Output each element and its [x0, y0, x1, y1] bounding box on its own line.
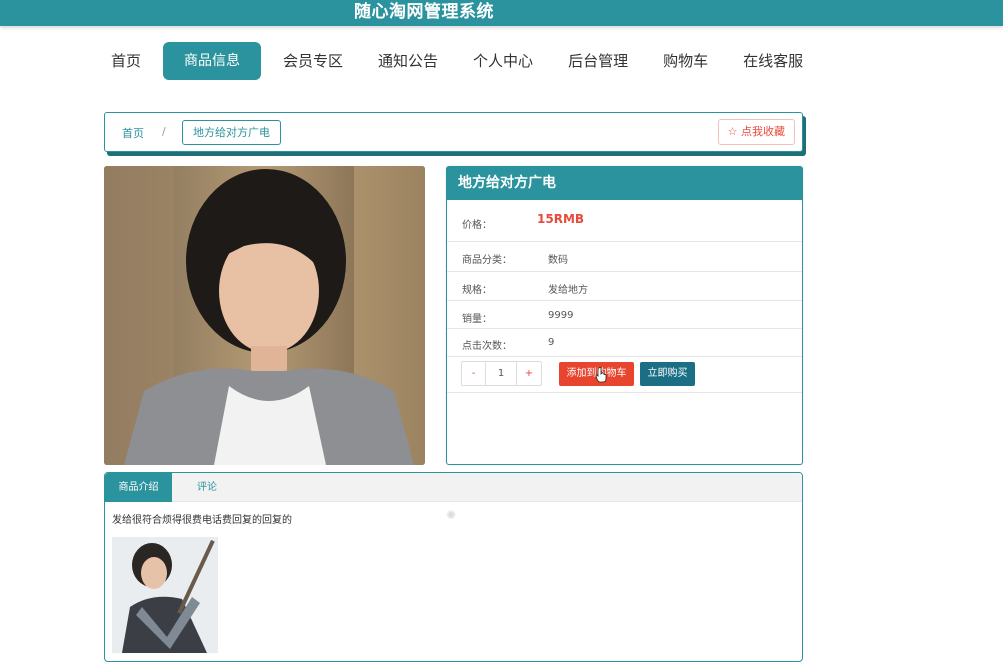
nav-personal-center[interactable]: 个人中心	[460, 42, 546, 80]
quantity-minus-button[interactable]: -	[462, 362, 486, 385]
detail-tabs: 商品介绍 评论	[105, 473, 802, 502]
hand-cursor-icon	[595, 367, 607, 383]
buy-now-button[interactable]: 立即购买	[640, 362, 695, 386]
clicks-value: 9	[548, 337, 555, 348]
nav-notices[interactable]: 通知公告	[365, 42, 451, 80]
quantity-input[interactable]: 1	[486, 362, 517, 385]
category-row: 商品分类： 数码	[447, 242, 802, 272]
header-bar: 随心淘网管理系统	[0, 0, 1003, 26]
site-title: 随心淘网管理系统	[354, 2, 494, 22]
product-detail-box: 商品介绍 评论 发给很符合烦得很费电话费回复的回复的 ✺	[104, 472, 803, 662]
nav-cart[interactable]: 购物车	[650, 42, 721, 80]
spec-label: 规格：	[462, 285, 492, 296]
category-value: 数码	[548, 255, 568, 266]
nav-home[interactable]: 首页	[98, 42, 154, 80]
breadcrumb-home-link[interactable]: 首页	[122, 125, 144, 141]
loading-spinner-icon: ✺	[446, 508, 457, 522]
breadcrumb-current[interactable]: 地方给对方广电	[182, 120, 281, 145]
clicks-label: 点击次数：	[462, 341, 512, 352]
sales-value: 9999	[548, 310, 574, 321]
tab-product-intro[interactable]: 商品介绍	[105, 473, 172, 502]
product-info-panel: 地方给对方广电 价格： 15RMB 商品分类： 数码 规格： 发给地方 销量： …	[446, 166, 803, 465]
product-description: 发给很符合烦得很费电话费回复的回复的	[112, 515, 292, 526]
product-name: 地方给对方广电	[447, 167, 802, 200]
price-row: 价格： 15RMB	[447, 200, 802, 242]
spec-row: 规格： 发给地方	[447, 272, 802, 301]
product-image	[104, 166, 425, 465]
quantity-plus-button[interactable]: +	[517, 362, 541, 385]
clicks-row: 点击次数： 9	[447, 329, 802, 357]
main-nav: 首页 商品信息 会员专区 通知公告 个人中心 后台管理 购物车 在线客服	[98, 42, 825, 80]
quantity-stepper: - 1 +	[461, 361, 542, 386]
price-label: 价格：	[462, 220, 492, 231]
price-value: 15RMB	[537, 212, 585, 226]
nav-customer-service[interactable]: 在线客服	[730, 42, 816, 80]
description-image	[112, 537, 218, 653]
nav-members[interactable]: 会员专区	[270, 42, 356, 80]
nav-products[interactable]: 商品信息	[163, 42, 262, 80]
breadcrumb-separator: /	[162, 125, 166, 138]
favorite-button[interactable]: ☆ 点我收藏	[717, 119, 795, 145]
tab-comments[interactable]: 评论	[197, 473, 217, 502]
breadcrumb: 首页 / 地方给对方广电 ☆ 点我收藏	[104, 112, 803, 152]
sales-row: 销量： 9999	[447, 301, 802, 329]
spec-value: 发给地方	[548, 285, 588, 296]
nav-admin[interactable]: 后台管理	[555, 42, 641, 80]
sales-label: 销量：	[462, 314, 492, 325]
category-label: 商品分类：	[462, 255, 512, 266]
